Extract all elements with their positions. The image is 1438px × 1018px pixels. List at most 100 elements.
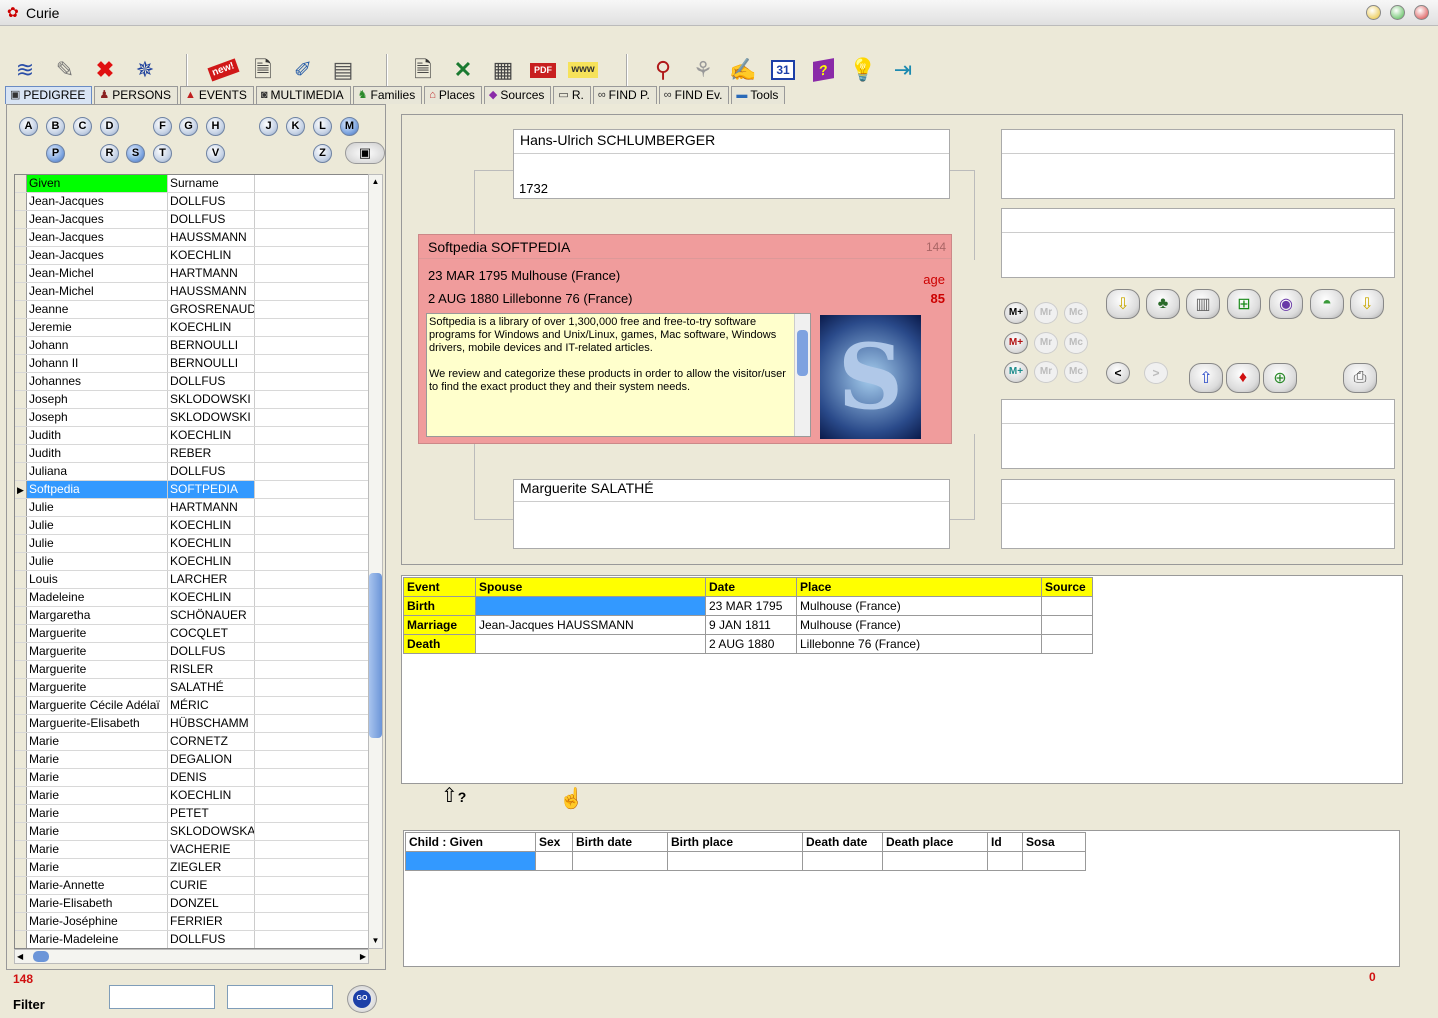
letter-g-button[interactable]: G bbox=[179, 117, 198, 136]
row-selector[interactable] bbox=[15, 733, 27, 750]
letter-s-button[interactable]: S bbox=[126, 144, 145, 163]
event-cell[interactable]: 2 AUG 1880 bbox=[705, 634, 797, 654]
letter-j-button[interactable]: J bbox=[259, 117, 278, 136]
tab-families[interactable]: ♞ Families bbox=[352, 86, 423, 104]
table-row[interactable]: Juliana DOLLFUS bbox=[15, 463, 368, 481]
letter-d-button[interactable]: D bbox=[100, 117, 119, 136]
table-row[interactable]: Jeanne GROSRENAUD bbox=[15, 301, 368, 319]
child-cell[interactable] bbox=[802, 851, 883, 871]
row-selector[interactable] bbox=[15, 589, 27, 606]
table-row[interactable]: Joseph SKLODOWSKI bbox=[15, 409, 368, 427]
notes-icon[interactable]: ✍ bbox=[726, 53, 760, 87]
remove-media-button[interactable]: Mr bbox=[1034, 302, 1058, 324]
table-row[interactable]: Judith KOECHLIN bbox=[15, 427, 368, 445]
arrange-icon[interactable]: ≋ bbox=[8, 53, 42, 87]
table-row[interactable]: Jean-Jacques KOECHLIN bbox=[15, 247, 368, 265]
row-selector[interactable] bbox=[15, 301, 27, 318]
tab-reports[interactable]: ▭ R. bbox=[553, 86, 591, 104]
table-row[interactable]: Jean-Michel HAUSSMANN bbox=[15, 283, 368, 301]
row-selector[interactable] bbox=[15, 769, 27, 786]
scroll-up-arrow[interactable]: ▲ bbox=[369, 175, 382, 189]
row-selector[interactable] bbox=[15, 193, 27, 210]
events-header-cell[interactable]: Event bbox=[403, 577, 476, 597]
diagram-icon[interactable]: ⊞ bbox=[1227, 289, 1261, 319]
row-selector[interactable] bbox=[15, 931, 27, 948]
child-row[interactable] bbox=[405, 851, 1086, 871]
table-row[interactable]: Marguerite COCQLET bbox=[15, 625, 368, 643]
children-header-cell[interactable]: Birth place bbox=[667, 832, 803, 852]
tab-events[interactable]: ▲ EVENTS bbox=[179, 86, 254, 104]
child-cell[interactable] bbox=[572, 851, 668, 871]
table-row[interactable]: Jean-Jacques DOLLFUS bbox=[15, 193, 368, 211]
child-cell[interactable] bbox=[882, 851, 988, 871]
column-given-header[interactable]: Given bbox=[27, 175, 168, 192]
previous-button[interactable]: < bbox=[1106, 362, 1130, 384]
row-selector[interactable] bbox=[15, 859, 27, 876]
add-media-button-2[interactable]: M+ bbox=[1004, 332, 1028, 354]
table-row[interactable]: Margaretha SCHÖNAUER bbox=[15, 607, 368, 625]
tab-pedigree[interactable]: ▣ PEDIGREE bbox=[5, 86, 93, 104]
calendar-icon[interactable]: 31 bbox=[771, 60, 795, 80]
child-cell[interactable] bbox=[535, 851, 573, 871]
pdf-export-icon[interactable]: PDF bbox=[530, 62, 556, 78]
tab-find-persons[interactable]: ∞ FIND P. bbox=[592, 86, 657, 104]
tab-multimedia[interactable]: ◙ MULTIMEDIA bbox=[255, 86, 351, 104]
letter-c-button[interactable]: C bbox=[73, 117, 92, 136]
table-row[interactable]: Marie ZIEGLER bbox=[15, 859, 368, 877]
tab-places[interactable]: ⌂ Places bbox=[424, 86, 482, 104]
table-row[interactable]: Jeremie KOECHLIN bbox=[15, 319, 368, 337]
clear-filter-icon[interactable]: ▣ bbox=[345, 142, 385, 164]
event-cell[interactable] bbox=[1041, 615, 1093, 635]
table-row[interactable]: Marie-Elisabeth DONZEL bbox=[15, 895, 368, 913]
table-row[interactable]: Marie-Joséphine FERRIER bbox=[15, 913, 368, 931]
event-cell[interactable] bbox=[1041, 596, 1093, 616]
genealogy-icon[interactable]: ⚘ bbox=[686, 53, 720, 87]
row-selector[interactable] bbox=[15, 391, 27, 408]
event-cell[interactable]: Lillebonne 76 (France) bbox=[796, 634, 1042, 654]
event-cell[interactable] bbox=[475, 634, 706, 654]
table-row[interactable]: Julie HARTMANN bbox=[15, 499, 368, 517]
row-selector[interactable] bbox=[15, 607, 27, 624]
table-row[interactable]: Marie PETET bbox=[15, 805, 368, 823]
column-surname-header[interactable]: Surname bbox=[168, 175, 255, 192]
tab-find-events[interactable]: ∞ FIND Ev. bbox=[658, 86, 730, 104]
child-cell[interactable] bbox=[987, 851, 1023, 871]
table-row[interactable]: Marie-Madeleine DOLLFUS bbox=[15, 931, 368, 948]
children-header-cell[interactable]: Child : Given bbox=[405, 832, 536, 852]
xls-export-icon[interactable]: ✕ bbox=[446, 53, 480, 87]
row-selector[interactable] bbox=[15, 571, 27, 588]
circle-chart-icon[interactable]: ◉ bbox=[1269, 289, 1303, 319]
table-row[interactable]: Jean-Michel HARTMANN bbox=[15, 265, 368, 283]
www-export-icon[interactable]: www bbox=[568, 62, 598, 78]
row-selector[interactable] bbox=[15, 445, 27, 462]
table-row[interactable]: Johann II BERNOULLI bbox=[15, 355, 368, 373]
event-cell[interactable]: Mulhouse (France) bbox=[796, 596, 1042, 616]
table-row[interactable]: Marie DEGALION bbox=[15, 751, 368, 769]
add-media-button[interactable]: M+ bbox=[1004, 302, 1028, 324]
print-icon[interactable]: ⎙ bbox=[1343, 363, 1377, 393]
edit-doc-icon[interactable]: ✐ bbox=[286, 53, 320, 87]
letter-r-button[interactable]: R bbox=[100, 144, 119, 163]
grid-horizontal-scrollbar[interactable]: ◀ ▶ bbox=[14, 949, 369, 964]
media-copy-button-2[interactable]: Mc bbox=[1064, 332, 1088, 354]
table-row[interactable]: Judith REBER bbox=[15, 445, 368, 463]
add-media-button-3[interactable]: M+ bbox=[1004, 361, 1028, 383]
event-cell[interactable]: Jean-Jacques HAUSSMANN bbox=[475, 615, 706, 635]
row-selector[interactable] bbox=[15, 823, 27, 840]
event-cell[interactable]: 9 JAN 1811 bbox=[705, 615, 797, 635]
grandparent-box-3[interactable] bbox=[1001, 399, 1395, 469]
table-row[interactable]: Jean-Jacques HAUSSMANN bbox=[15, 229, 368, 247]
table-row[interactable]: Marguerite Cécile Adélaï MÉRIC bbox=[15, 697, 368, 715]
row-selector[interactable] bbox=[15, 211, 27, 228]
child-cell[interactable] bbox=[667, 851, 803, 871]
row-selector[interactable] bbox=[15, 697, 27, 714]
table-row[interactable]: Marguerite RISLER bbox=[15, 661, 368, 679]
grandparent-box-2[interactable] bbox=[1001, 208, 1395, 278]
table-row[interactable]: Marguerite SALATHÉ bbox=[15, 679, 368, 697]
grandparent-box-4[interactable] bbox=[1001, 479, 1395, 549]
note-scrollbar[interactable] bbox=[794, 314, 810, 436]
row-selector[interactable] bbox=[15, 427, 27, 444]
table-row[interactable]: Marguerite DOLLFUS bbox=[15, 643, 368, 661]
row-selector[interactable] bbox=[15, 841, 27, 858]
event-row[interactable]: Marriage Jean-Jacques HAUSSMANN 9 JAN 1811… bbox=[403, 615, 1093, 635]
